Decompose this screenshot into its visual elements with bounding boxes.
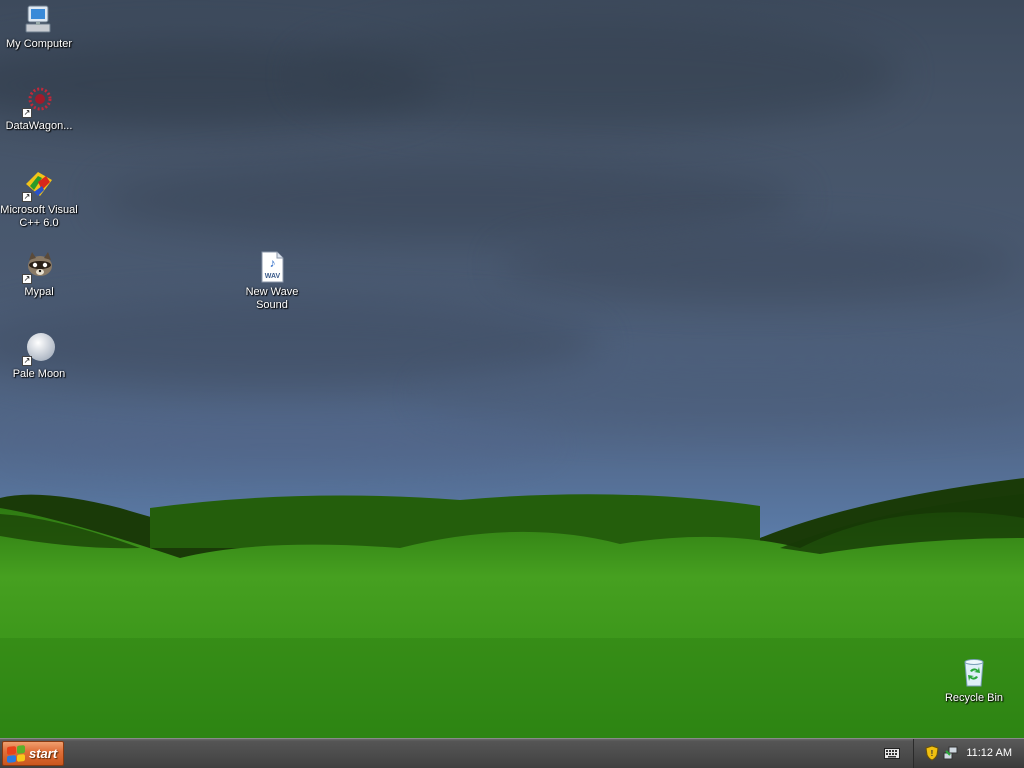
desktop-icon-datawagon[interactable]: ↗ DataWagon... [0,84,81,133]
desktop-icon-label: Recycle Bin [944,692,1004,704]
wav-badge: WAV [265,273,281,280]
datawagon-icon: ↗ [22,84,56,118]
my-computer-icon [22,2,56,36]
desktop-icon-label: Pale Moon [12,368,66,380]
desktop-icon-visual-cpp[interactable]: ↗ Microsoft Visual C++ 6.0 [0,168,81,230]
svg-text:!: ! [931,749,934,758]
taskbar-clock[interactable]: 11:12 AM [966,747,1012,759]
recycle-bin-icon [957,656,991,690]
start-button-label: start [29,746,58,761]
windows-logo-icon [7,744,25,763]
desktop-icon-mypal[interactable]: ↗ Mypal [0,250,81,299]
desktop-icon-label: Mypal [24,286,54,298]
shortcut-arrow-icon: ↗ [22,274,32,284]
shortcut-arrow-icon: ↗ [22,356,32,366]
cloud [420,360,1024,430]
system-tray: ! 11:12 AM [913,739,1024,768]
desktop-icon-label: My Computer [5,38,73,50]
visual-cpp-icon: ↗ [22,168,56,202]
svg-text:♪: ♪ [270,256,276,270]
shortcut-arrow-icon: ↗ [22,108,32,118]
desktop-icon-recycle-bin[interactable]: Recycle Bin [932,656,1016,705]
cloud [100,160,800,240]
pale-moon-icon: ↗ [22,332,56,366]
cloud [300,20,900,130]
network-icon[interactable] [943,745,959,761]
cloud [500,230,1020,300]
desktop-icon-label: New Wave Sound [245,286,299,311]
grass-hills [0,478,1024,738]
security-shield-icon[interactable]: ! [925,745,939,761]
desktop-icon-pale-moon[interactable]: ↗ Pale Moon [0,332,81,381]
start-button[interactable]: start [2,741,64,766]
desktop-icon-new-wave-sound[interactable]: ♪ WAV New Wave Sound [230,250,314,312]
shortcut-arrow-icon: ↗ [22,192,32,202]
keyboard-icon[interactable] [884,748,900,759]
mypal-raccoon-icon: ↗ [22,250,56,284]
cloud [0,420,560,470]
desktop-icon-label: DataWagon... [5,120,73,132]
desktop-wallpaper [0,0,1024,738]
taskbar: start ! 11:12 AM [0,738,1024,768]
desktop-icon-my-computer[interactable]: My Computer [0,2,81,51]
desktop-icon-label: Microsoft Visual C++ 6.0 [0,204,78,229]
wav-file-icon: ♪ WAV [255,250,289,284]
